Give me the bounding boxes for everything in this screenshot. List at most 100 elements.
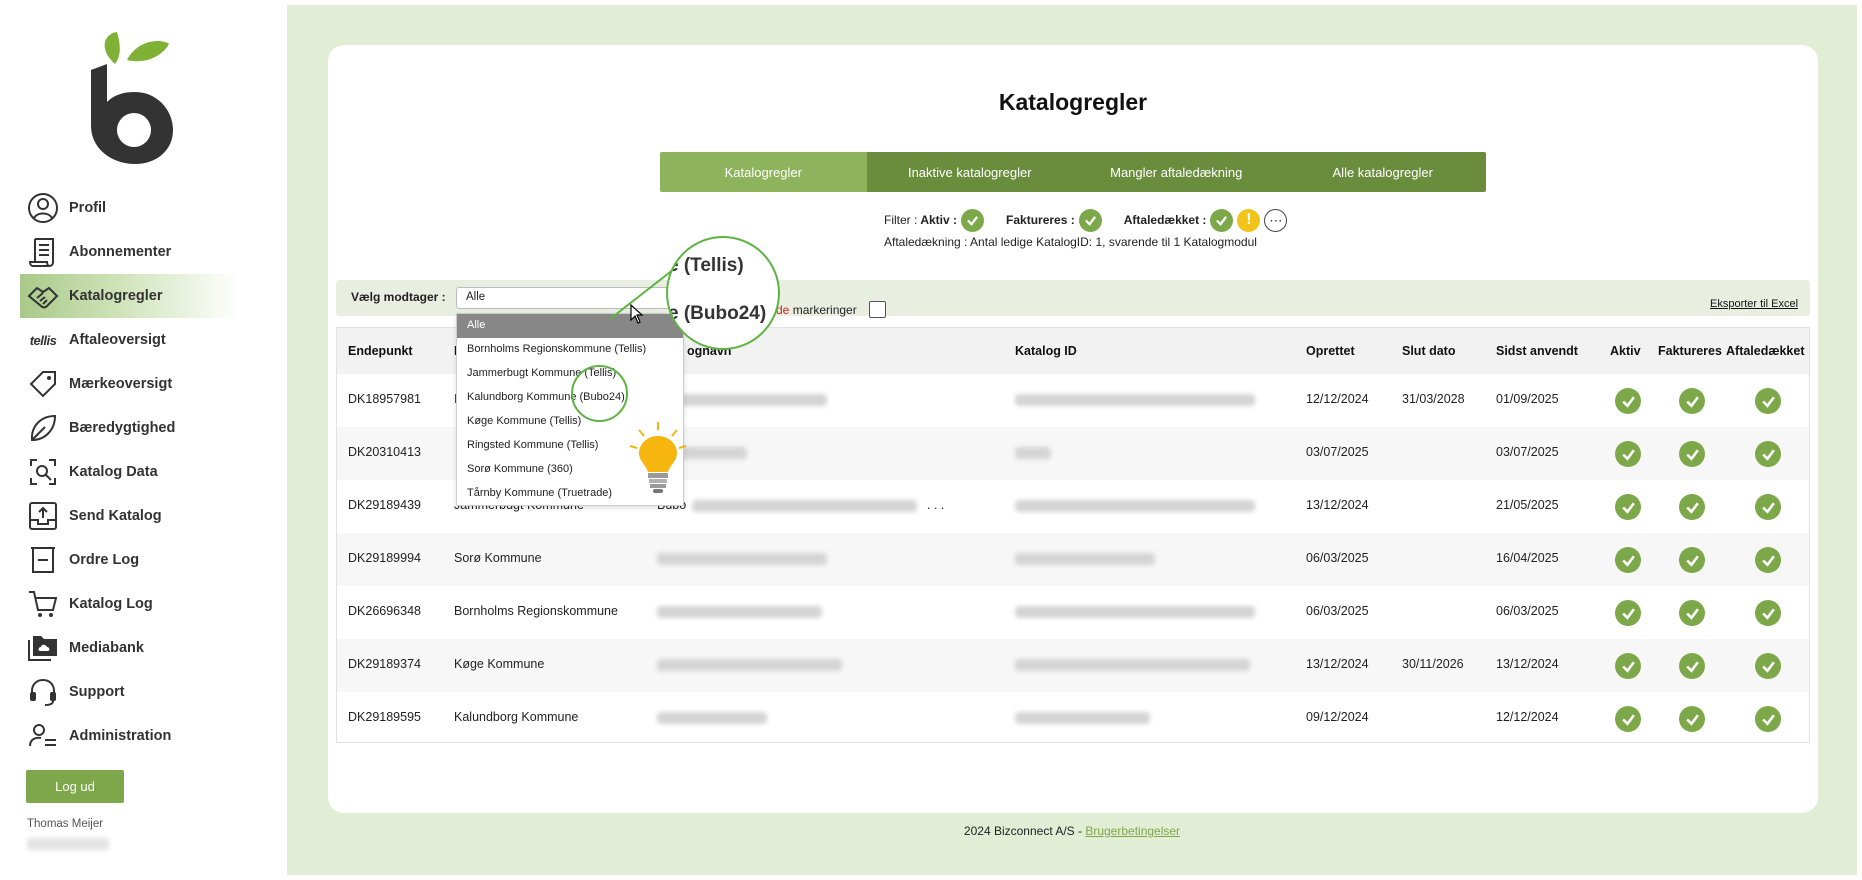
col-aftaledaekket[interactable]: Aftaledækket <box>1726 344 1805 358</box>
sidebar-item-abonnementer[interactable]: Abonnementer <box>20 230 240 274</box>
sidebar-item-katalogregler[interactable]: Katalogregler <box>20 274 240 318</box>
cell-endepunkt: DK29189994 <box>348 551 421 565</box>
filter-warning-icon[interactable]: ! <box>1237 208 1261 232</box>
faktureres-check-icon[interactable] <box>1679 600 1705 626</box>
col-slut-dato[interactable]: Slut dato <box>1402 344 1455 358</box>
sidebar-item-katalog-log[interactable]: Katalog Log <box>20 582 240 626</box>
faktureres-check-icon[interactable] <box>1679 494 1705 520</box>
filter-aftaledaekket-check-icon[interactable] <box>1210 208 1234 232</box>
aftaledaekket-check-icon[interactable] <box>1755 706 1781 732</box>
tag-icon <box>26 367 60 401</box>
table-row[interactable]: DK29189994 Sorø Kommune 06/03/2025 16/04… <box>337 533 1809 586</box>
sidebar-item-mediabank[interactable]: Mediabank <box>20 626 240 670</box>
sidebar-item-katalog-data[interactable]: Katalog Data <box>20 450 240 494</box>
dropdown-option[interactable]: Bornholms Regionskommune (Tellis) <box>457 338 683 362</box>
tab-bar: Katalogregler Inaktive katalogregler Man… <box>660 152 1486 192</box>
sidebar-item-maerkeoversigt[interactable]: Mærkeoversigt <box>20 362 240 406</box>
tab-inaktive-katalogregler[interactable]: Inaktive katalogregler <box>866 152 1073 192</box>
cell-sidst-anvendt: 12/12/2024 <box>1496 710 1559 724</box>
table-row[interactable]: DK29189595 Kalundborg Kommune 09/12/2024… <box>337 692 1809 745</box>
table-row[interactable]: DK29189374 Køge Kommune 13/12/2024 30/11… <box>337 639 1809 692</box>
faktureres-check-icon[interactable] <box>1679 706 1705 732</box>
dropdown-option[interactable]: Jammerbugt Kommune (Tellis) <box>457 362 683 386</box>
sidebar-item-send-katalog[interactable]: Send Katalog <box>20 494 240 538</box>
user-subtitle-redacted <box>27 838 109 850</box>
cell-katalog-id-redacted <box>1015 553 1155 565</box>
marker-text: de markeringer <box>776 303 857 317</box>
cell-modtager: Køge Kommune <box>454 657 545 671</box>
aftaledaekket-check-icon[interactable] <box>1755 388 1781 414</box>
upload-tray-icon <box>26 499 60 533</box>
export-excel-link[interactable]: Eksporter til Excel <box>1710 298 1798 310</box>
sidebar-item-label: Katalogregler <box>69 288 163 304</box>
aktiv-check-icon[interactable] <box>1615 547 1641 573</box>
magnifier-text-2: e (Bubo24) <box>668 303 767 324</box>
basket-icon <box>26 543 60 577</box>
filter-more-icon[interactable]: ⋯ <box>1264 208 1288 232</box>
terms-link[interactable]: Brugerbetingelser <box>1085 824 1180 838</box>
tellis-logo-icon: tellis <box>26 323 60 357</box>
cell-katalog-id-redacted <box>1015 394 1255 406</box>
sidebar-item-label: Katalog Data <box>69 464 158 480</box>
sidebar-item-aftaleoversigt[interactable]: tellis Aftaleoversigt <box>20 318 240 362</box>
marker-checkbox[interactable] <box>869 301 886 318</box>
cell-oprettet: 12/12/2024 <box>1306 392 1369 406</box>
folder-cloud-icon <box>26 631 60 665</box>
sidebar-item-administration[interactable]: Administration <box>20 714 240 758</box>
recipient-select[interactable]: Alle <box>456 287 684 309</box>
col-oprettet[interactable]: Oprettet <box>1306 344 1355 358</box>
cell-slut-dato: 30/11/2026 <box>1402 657 1464 671</box>
sidebar-item-profil[interactable]: Profil <box>20 186 240 230</box>
aktiv-check-icon[interactable] <box>1615 494 1641 520</box>
tab-alle-katalogregler[interactable]: Alle katalogregler <box>1279 152 1486 192</box>
tab-katalogregler[interactable]: Katalogregler <box>660 152 867 192</box>
tab-mangler-aftaledaekning[interactable]: Mangler aftaledækning <box>1073 152 1280 192</box>
col-aktiv[interactable]: Aktiv <box>1610 344 1641 358</box>
cell-sidst-anvendt: 03/07/2025 <box>1496 445 1559 459</box>
sidebar-item-label: Administration <box>69 728 172 744</box>
sidebar-item-label: Support <box>69 684 125 700</box>
col-sidst-anvendt[interactable]: Sidst anvendt <box>1496 344 1578 358</box>
cell-modtager: Bornholms Regionskommune <box>454 604 618 618</box>
table-row[interactable]: DK26696348 Bornholms Regionskommune 06/0… <box>337 586 1809 639</box>
dropdown-option[interactable]: Alle <box>457 314 683 338</box>
filter-row: Filter : Aktiv : Faktureres : Aftaledækk… <box>884 208 1288 232</box>
aktiv-check-icon[interactable] <box>1615 706 1641 732</box>
aftaledaekket-check-icon[interactable] <box>1755 494 1781 520</box>
faktureres-check-icon[interactable] <box>1679 388 1705 414</box>
faktureres-check-icon[interactable] <box>1679 653 1705 679</box>
filter-aktiv-check-icon[interactable] <box>961 208 985 232</box>
lightbulb-icon <box>629 422 687 493</box>
cell-modtager: Sorø Kommune <box>454 551 542 565</box>
cell-sidst-anvendt: 01/09/2025 <box>1496 392 1559 406</box>
dropdown-option[interactable]: Kalundborg Kommune (Bubo24) <box>457 386 683 410</box>
sidebar-item-support[interactable]: Support <box>20 670 240 714</box>
mouse-cursor-icon <box>630 304 644 324</box>
aftaledaekket-check-icon[interactable] <box>1755 600 1781 626</box>
aktiv-check-icon[interactable] <box>1615 441 1641 467</box>
aktiv-check-icon[interactable] <box>1615 600 1641 626</box>
cell-katalognavn-redacted <box>692 500 917 512</box>
faktureres-check-icon[interactable] <box>1679 547 1705 573</box>
sidebar-item-baeredygtighed[interactable]: Bæredygtighed <box>20 406 240 450</box>
aftaledaekket-check-icon[interactable] <box>1755 547 1781 573</box>
aftaledaekket-check-icon[interactable] <box>1755 653 1781 679</box>
cell-slut-dato: 31/03/2028 <box>1402 392 1465 406</box>
cell-oprettet: 09/12/2024 <box>1306 710 1369 724</box>
cell-oprettet: 13/12/2024 <box>1306 498 1369 512</box>
filter-faktureres-check-icon[interactable] <box>1078 208 1102 232</box>
cell-sidst-anvendt: 21/05/2025 <box>1496 498 1559 512</box>
coverage-info: Aftaledækning : Antal ledige KatalogID: … <box>884 235 1257 249</box>
col-katalog-id[interactable]: Katalog ID <box>1015 344 1077 358</box>
col-endepunkt[interactable]: Endepunkt <box>348 344 413 358</box>
headset-icon <box>26 675 60 709</box>
cell-endepunkt: DK29189595 <box>348 710 421 724</box>
logout-button[interactable]: Log ud <box>26 770 124 803</box>
aftaledaekket-check-icon[interactable] <box>1755 441 1781 467</box>
sidebar-item-ordre-log[interactable]: Ordre Log <box>20 538 240 582</box>
aktiv-check-icon[interactable] <box>1615 653 1641 679</box>
aktiv-check-icon[interactable] <box>1615 388 1641 414</box>
col-faktureres[interactable]: Faktureres <box>1658 344 1722 358</box>
faktureres-check-icon[interactable] <box>1679 441 1705 467</box>
filter-aktiv-label: Aktiv : <box>920 213 958 227</box>
